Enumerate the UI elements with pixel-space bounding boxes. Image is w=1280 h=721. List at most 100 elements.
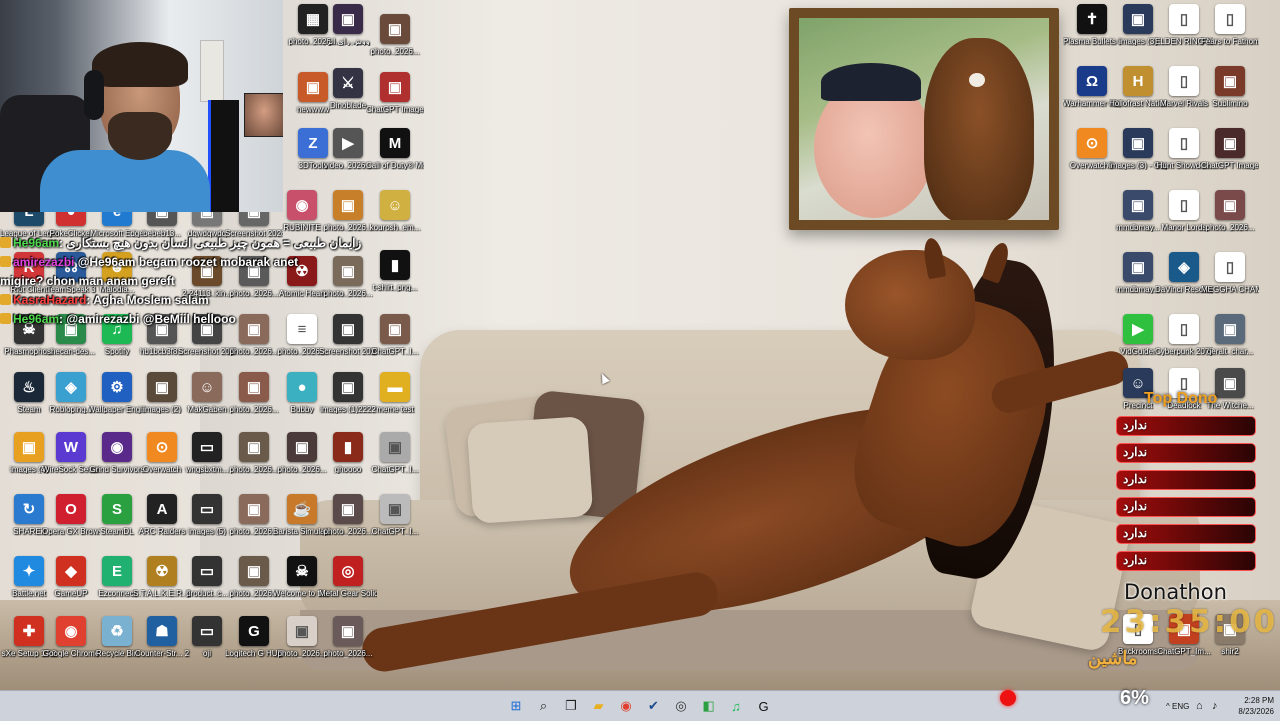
desktop-icon-image: ▯ [1169, 128, 1199, 158]
desktop-icon-i82[interactable]: ▯ Fears to Fathom - Sc... [1201, 4, 1259, 46]
desktop-icon-image: ▣ [333, 372, 363, 402]
desktop-icon-image: ▣ [14, 432, 44, 462]
desktop-icon-image: ◉ [56, 616, 86, 646]
desktop-icon-label: kourosh_em... [369, 223, 421, 232]
desktop-icon-image: ▣ [239, 372, 269, 402]
desktop-icon-image: ▯ [1215, 252, 1245, 282]
framed-horse [924, 38, 1034, 220]
desktop-icon-i44[interactable]: ▬ meme test [366, 372, 424, 414]
desktop-icon-image: ▣ [1215, 128, 1245, 158]
clock-date: 8/23/2026 [1238, 707, 1274, 716]
framed-photo [799, 18, 1049, 220]
desktop-icon-image: ▣ [380, 72, 410, 102]
desktop-icon-image: ▯ [1215, 4, 1245, 34]
desktop-icon-i62[interactable]: ▣ ChatGPT_I... [366, 494, 424, 536]
desktop-icon-image: ● [287, 372, 317, 402]
spotify-icon[interactable]: ♫ [726, 696, 746, 716]
desktop-icon-i26[interactable]: ▮ t-shirt_png... [366, 250, 424, 292]
desktop-icon-label: photo_2026... [370, 47, 420, 56]
desktop-icon-image: ▯ [1169, 314, 1199, 344]
webcam-streamer-hair [92, 42, 188, 87]
desktop-icon-label: ChatGPT_I... [371, 465, 419, 474]
chat-username: KasraHazard [13, 293, 87, 307]
start-icon[interactable]: ⊞ [506, 696, 526, 716]
desktop-icon-label: Call of Duty® Mo... [366, 161, 424, 170]
desktop-icon-image: ▣ [380, 432, 410, 462]
desktop-icon-image: ▮ [333, 432, 363, 462]
desktop-icon-image: ▣ [287, 616, 317, 646]
donathon-timer: 23:35:00 [1100, 604, 1279, 640]
task-view-icon[interactable]: ❐ [561, 696, 581, 716]
desktop-icon-image: ▣ [287, 432, 317, 462]
desktop-icon-i90[interactable]: ▣ ChatGPT Image Jun... [1201, 128, 1259, 170]
chat-message: migire? chon man anam gereft [0, 274, 340, 289]
recording-indicator-icon [1000, 690, 1016, 706]
desktop-icon-i93[interactable]: ▣ photo_2026... [1201, 190, 1259, 232]
desktop-icon-i3[interactable]: ▣ photo_2026... [366, 14, 424, 56]
chat-message: amirezazbi @He96am begam roozet mobarak … [0, 255, 340, 270]
framed-horse-blaze [969, 73, 985, 87]
desktop-icon-image: ♻ [102, 616, 132, 646]
desktop-icon-label: Sublimino [1212, 99, 1248, 108]
desktop-icon-label: ChatGPT_I... [371, 347, 419, 356]
desktop-icon-label: ChatGPT Image Aug... [366, 105, 424, 114]
desktop-icon-i12[interactable]: ☺ kourosh_em... [366, 190, 424, 232]
vpn-icon[interactable]: ✔ [644, 696, 664, 716]
top-donor-panel: Top Dono ندارد ندارد ندارد ندارد ندارد ندارد [1116, 390, 1256, 578]
chrome-icon[interactable]: ◉ [616, 696, 636, 716]
desktop-icon-image: ⚙ [102, 372, 132, 402]
steamdl-icon[interactable]: ◧ [699, 696, 719, 716]
desktop-icon-label: MEGGHA CHAMELEON [1201, 285, 1259, 294]
chat-badge-icon [0, 237, 11, 248]
ghub-icon[interactable]: G [754, 696, 774, 716]
desktop-icon-image: ⊙ [1077, 128, 1107, 158]
desktop-icon-label: Fears to Fathom - Sc... [1201, 37, 1259, 46]
desktop-icon-i70[interactable]: ◎ Metal Gear Solid [319, 556, 377, 598]
desktop-icon-image: Ω [1077, 66, 1107, 96]
language-indicator[interactable]: ENG [1172, 691, 1189, 721]
desktop-icon-image: ▶ [1123, 314, 1153, 344]
desktop-icon-image: ▣ [380, 14, 410, 44]
volume-icon[interactable]: ♪ [1212, 691, 1218, 721]
wallpaper-picture-frame [789, 8, 1059, 230]
desktop-icon-image: ☕ [287, 494, 317, 524]
desktop-icon-i9[interactable]: M Call of Duty® Mo... [366, 128, 424, 170]
donathon-label: Donathon [1124, 580, 1227, 604]
chat-message: KasraHazard: Agha Moslem salam [0, 293, 340, 308]
desktop-icon-i35[interactable]: ▣ ChatGPT_I... [366, 314, 424, 356]
desktop-icon-image: ▶ [333, 128, 363, 158]
taskbar-clock[interactable]: 2:28 PM 8/23/2026 [1228, 695, 1274, 717]
desktop-icon-image: ▣ [333, 616, 363, 646]
sofa-cushion [466, 415, 594, 525]
webcam-door [200, 40, 224, 102]
desktop-icon-i53[interactable]: ▣ ChatGPT_I... [366, 432, 424, 474]
chat-badge-icon [0, 313, 11, 324]
chat-text: @He96am begam roozet mobarak anet [74, 255, 299, 269]
desktop-icon-image: ▣ [1123, 190, 1153, 220]
desktop-icon-image: ☺ [192, 372, 222, 402]
network-icon[interactable]: ⌂ [1196, 691, 1203, 721]
desktop-icon-image: ⊙ [147, 432, 177, 462]
desktop-icon-image: ▣ [1215, 190, 1245, 220]
desktop-icon-image: ▭ [192, 616, 222, 646]
top-donor-row: ندارد [1116, 497, 1256, 517]
desktop-icon-image: ▣ [239, 494, 269, 524]
webcam-streamer-beard [108, 112, 172, 160]
search-icon[interactable]: ⌕ [534, 696, 554, 716]
file-explorer-icon[interactable]: ▰ [589, 696, 609, 716]
obs-icon[interactable]: ◎ [671, 696, 691, 716]
tray-overflow-chevron-icon[interactable]: ^ [1166, 691, 1170, 721]
desktop-icon-i6[interactable]: ▣ ChatGPT Image Aug... [366, 72, 424, 114]
desktop-icon-i96[interactable]: ▯ MEGGHA CHAMELEON [1201, 252, 1259, 294]
chat-message: He96am: @amirezazbi @BeMiil hellooo [0, 312, 340, 327]
desktop-icon-i78[interactable]: ▣ photo_2026... [319, 616, 377, 658]
desktop-icon-i86[interactable]: ▣ Sublimino [1201, 66, 1259, 108]
desktop-icon-image: ▣ [239, 556, 269, 586]
desktop-icon-image: ☗ [147, 616, 177, 646]
desktop-icon-image: ◈ [1169, 252, 1199, 282]
desktop-icon-image: ▣ [1215, 66, 1245, 96]
desktop-icon-image: ▭ [192, 556, 222, 586]
desktop-icon-image: ☢ [147, 556, 177, 586]
desktop-icon-i99[interactable]: ▣ geralt_char... [1201, 314, 1259, 356]
stream-chat-overlay: He96am: زایمان طبیعی = همون چیز طبیعی ان… [0, 236, 361, 331]
